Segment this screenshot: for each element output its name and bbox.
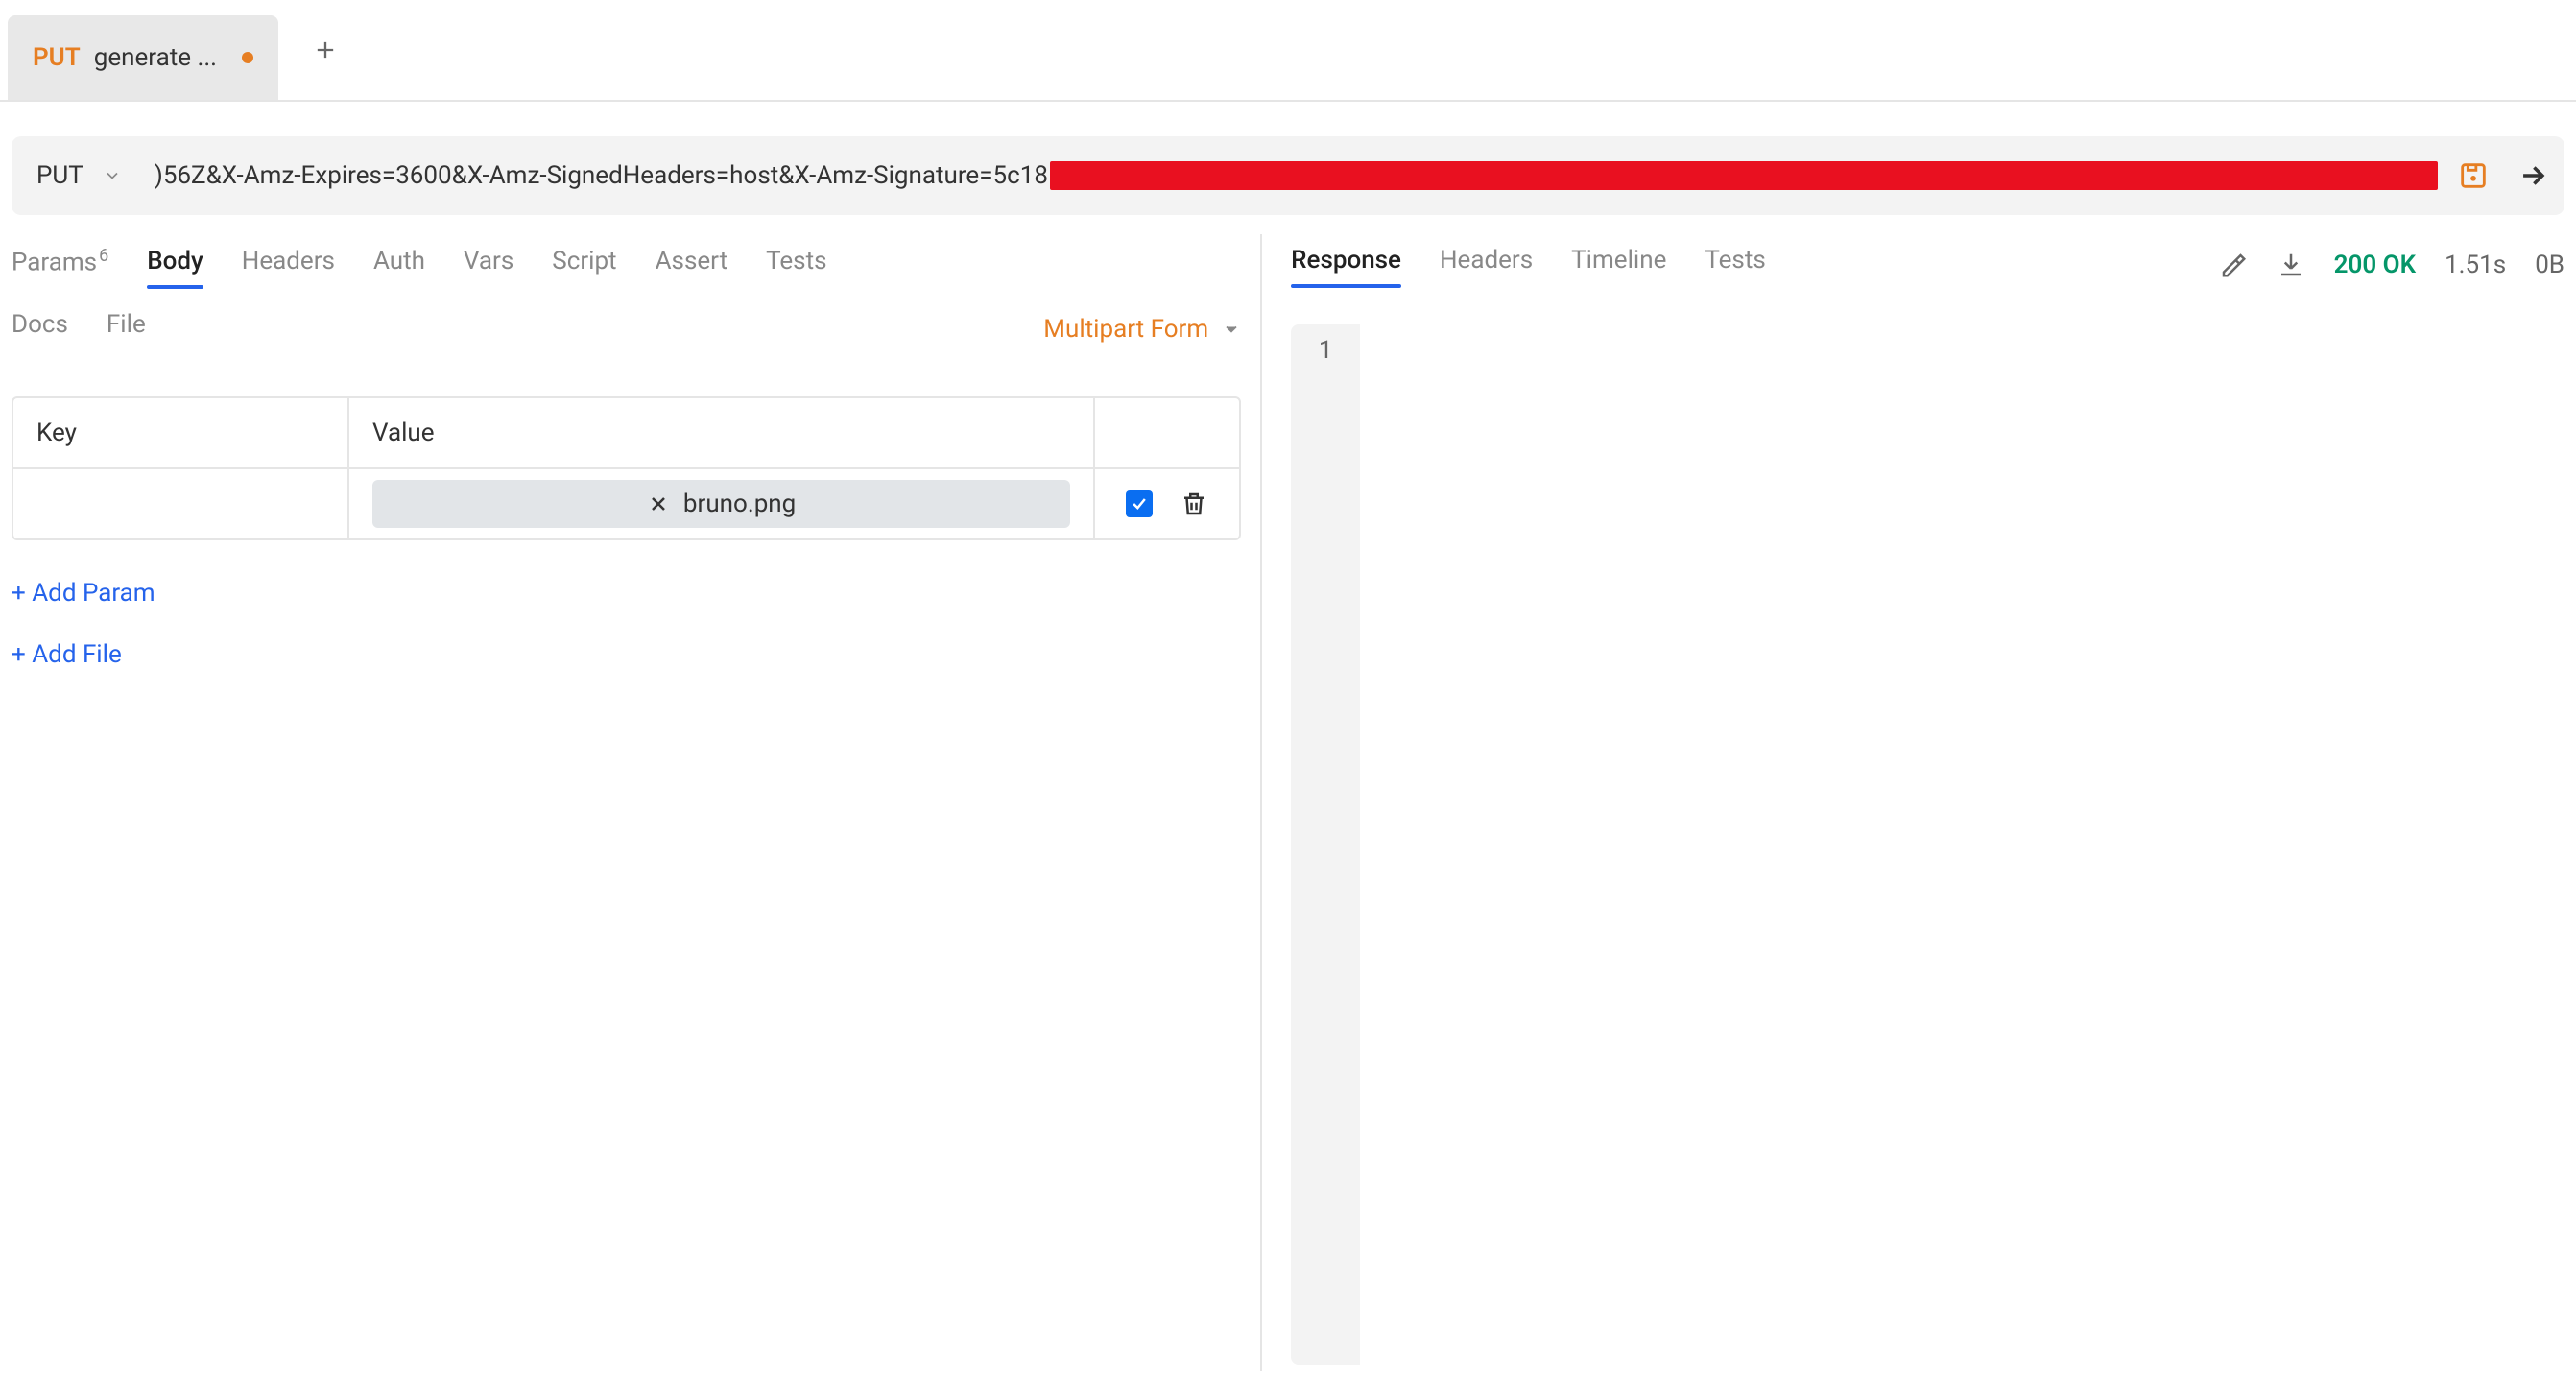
request-tab[interactable]: PUT generate ... (8, 15, 278, 100)
url-text: )56Z&X-Amz-Expires=3600&X-Amz-SignedHead… (155, 161, 1048, 190)
tab-script[interactable]: Script (552, 247, 616, 285)
request-pane: Params6 Body Headers Auth Vars Script As… (0, 234, 1262, 1371)
header-value: Value (349, 398, 1095, 467)
delete-row-button[interactable] (1180, 490, 1208, 518)
response-body: 1 (1291, 324, 2576, 1365)
tab-vars[interactable]: Vars (464, 247, 513, 285)
row-key-input[interactable] (13, 469, 349, 538)
response-pane: Response Headers Timeline Tests 200 OK 1… (1262, 234, 2576, 1371)
send-request-button[interactable] (2516, 159, 2549, 192)
tab-response[interactable]: Response (1291, 246, 1401, 284)
add-file-link[interactable]: + Add File (12, 640, 1241, 669)
tab-method: PUT (33, 43, 81, 72)
tab-bar: PUT generate ... (0, 0, 2576, 102)
url-bar: PUT )56Z&X-Amz-Expires=3600&X-Amz-Signed… (12, 136, 2564, 215)
body-type-label: Multipart Form (1043, 315, 1208, 344)
tab-response-headers[interactable]: Headers (1440, 246, 1533, 284)
header-actions (1095, 398, 1239, 467)
multipart-table: Key Value bruno.png (12, 396, 1241, 540)
add-tab-button[interactable] (301, 26, 349, 74)
clear-response-icon[interactable] (2219, 251, 2248, 279)
response-size: 0B (2535, 251, 2564, 279)
body-type-select[interactable]: Multipart Form (1043, 315, 1241, 344)
add-param-link[interactable]: + Add Param (12, 579, 1241, 608)
redacted-url-segment (1050, 161, 2438, 190)
tab-tests[interactable]: Tests (766, 247, 826, 285)
request-sub-tabs: Params6 Body Headers Auth Vars Script As… (12, 234, 1241, 358)
close-icon[interactable] (647, 492, 670, 515)
tab-file[interactable]: File (107, 310, 146, 348)
tab-auth[interactable]: Auth (373, 247, 425, 285)
table-header: Key Value (13, 398, 1239, 469)
row-enabled-checkbox[interactable] (1126, 490, 1153, 517)
method-select[interactable]: PUT (36, 161, 135, 190)
status-code: 200 OK (2334, 251, 2416, 279)
tab-docs[interactable]: Docs (12, 310, 68, 348)
file-name: bruno.png (683, 490, 796, 518)
response-time: 1.51s (2445, 251, 2506, 279)
chevron-down-icon (1222, 320, 1241, 339)
header-key: Key (13, 398, 349, 467)
row-value-cell: bruno.png (349, 469, 1095, 538)
file-chip[interactable]: bruno.png (372, 480, 1070, 528)
line-number: 1 (1291, 336, 1360, 370)
tab-body[interactable]: Body (147, 247, 203, 285)
url-input[interactable]: )56Z&X-Amz-Expires=3600&X-Amz-SignedHead… (155, 161, 2438, 190)
save-icon[interactable] (2457, 159, 2490, 192)
tab-assert[interactable]: Assert (656, 247, 728, 285)
unsaved-indicator-icon (242, 52, 253, 63)
table-row: bruno.png (13, 469, 1239, 538)
response-sub-tabs: Response Headers Timeline Tests (1291, 246, 1766, 284)
tab-timeline[interactable]: Timeline (1571, 246, 1666, 284)
tab-response-tests[interactable]: Tests (1705, 246, 1765, 284)
method-label: PUT (36, 161, 83, 190)
tab-params[interactable]: Params6 (12, 246, 108, 287)
tab-title: generate ... (94, 43, 217, 72)
line-number-gutter: 1 (1291, 324, 1360, 1365)
download-response-icon[interactable] (2277, 251, 2305, 279)
tab-headers[interactable]: Headers (242, 247, 335, 285)
chevron-down-icon (103, 166, 122, 185)
